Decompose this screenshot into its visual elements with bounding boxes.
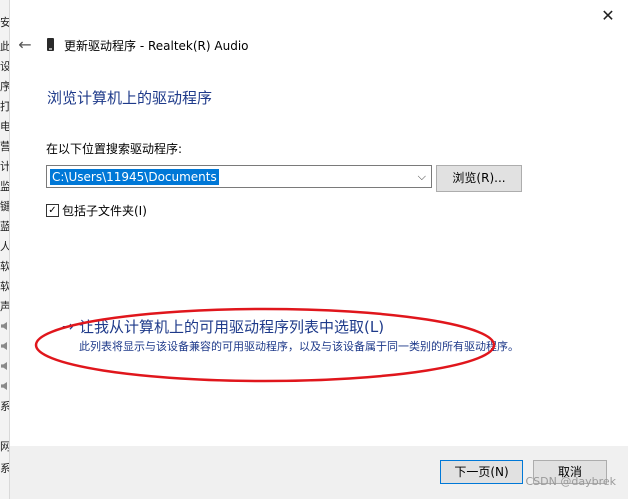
dialog-title: 更新驱动程序 - Realtek(R) Audio [64,39,249,53]
arrow-right-icon: → [62,319,74,335]
background-fragment: 设 [0,60,9,73]
background-fragment: 系 [0,400,9,413]
pick-from-list-description: 此列表将显示与该设备兼容的可用驱动程序，以及与该设备属于同一类别的所有驱动程序。 [79,340,519,353]
background-fragment: 安 [0,16,9,29]
driver-path-combobox[interactable]: C:\Users\11945\Documents ⌵ [46,165,432,188]
background-fragment: 营 [0,140,9,153]
background-fragment: 序 [0,80,9,93]
include-subfolders-label[interactable]: 包括子文件夹(I) [62,203,147,219]
close-button[interactable]: ✕ [598,6,618,26]
speaker-icon [1,362,7,370]
include-subfolders-checkbox[interactable]: ✓ [46,204,59,217]
speaker-icon [1,382,7,390]
chevron-down-icon[interactable]: ⌵ [418,170,426,184]
page-heading: 浏览计算机上的驱动程序 [47,89,213,107]
close-icon: ✕ [601,6,615,25]
watermark: CSDN @daybrek [525,475,617,488]
update-driver-dialog: ✕ ← 更新驱动程序 - Realtek(R) Audio 浏览计算机上的驱动程… [10,0,628,499]
background-fragment: 监 [0,180,9,193]
background-fragment: 打 [0,100,9,113]
pick-from-list-link[interactable]: 让我从计算机上的可用驱动程序列表中选取(L) [79,317,384,337]
background-window-strip: 安 此 设 序 打 电 营 计 监 键 蓝 人 软 软 声 系 网 系 [0,0,10,499]
dialog-footer: 下一页(N) 取消 [10,446,628,499]
background-fragment: 计 [0,160,9,173]
back-arrow-icon: ← [18,35,32,54]
speaker-icon [1,322,7,330]
search-location-label: 在以下位置搜索驱动程序: [46,142,183,156]
background-fragment: 此 [0,40,9,53]
background-fragment: 网 [0,440,9,453]
background-fragment: 蓝 [0,220,9,233]
driver-path-value[interactable]: C:\Users\11945\Documents [50,169,219,185]
background-fragment: 软 [0,260,9,273]
browse-button[interactable]: 浏览(R)... [436,165,522,192]
next-button[interactable]: 下一页(N) [440,460,523,484]
device-icon [47,38,54,51]
background-fragment: 键 [0,200,9,213]
back-button[interactable]: ← [14,34,36,56]
checkmark-icon: ✓ [48,205,57,216]
background-fragment: 系 [0,462,9,475]
speaker-icon [1,342,7,350]
background-fragment: 电 [0,120,9,133]
background-fragment: 声 [0,300,9,313]
background-fragment: 软 [0,280,9,293]
background-fragment: 人 [0,240,9,253]
